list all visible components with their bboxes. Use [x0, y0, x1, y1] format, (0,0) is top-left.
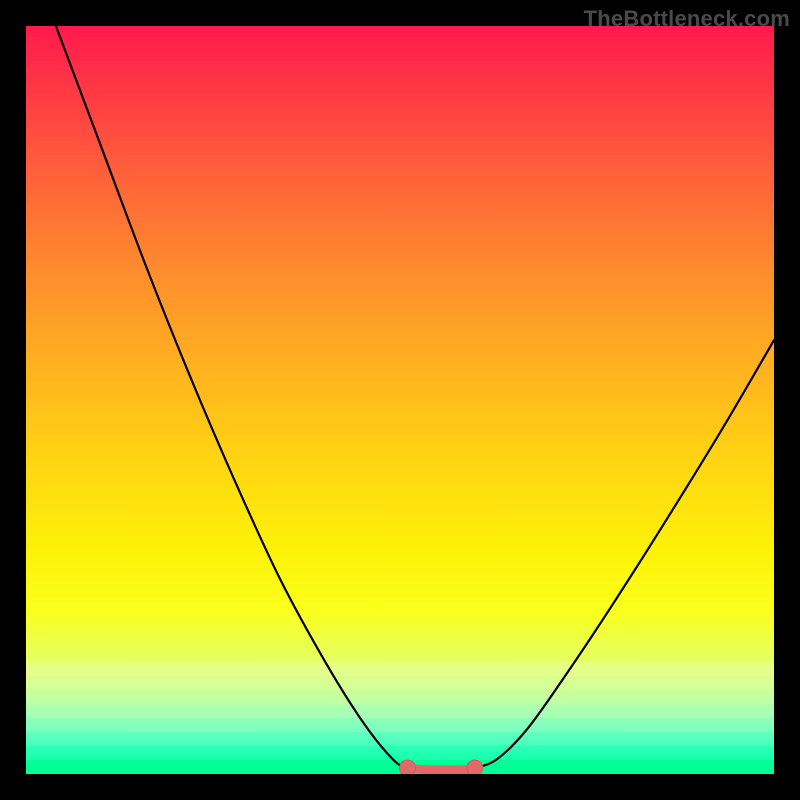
bottleneck-curve	[26, 26, 774, 774]
watermark-text: TheBottleneck.com	[584, 6, 790, 32]
plot-area	[26, 26, 774, 774]
chart-frame: TheBottleneck.com	[0, 0, 800, 800]
